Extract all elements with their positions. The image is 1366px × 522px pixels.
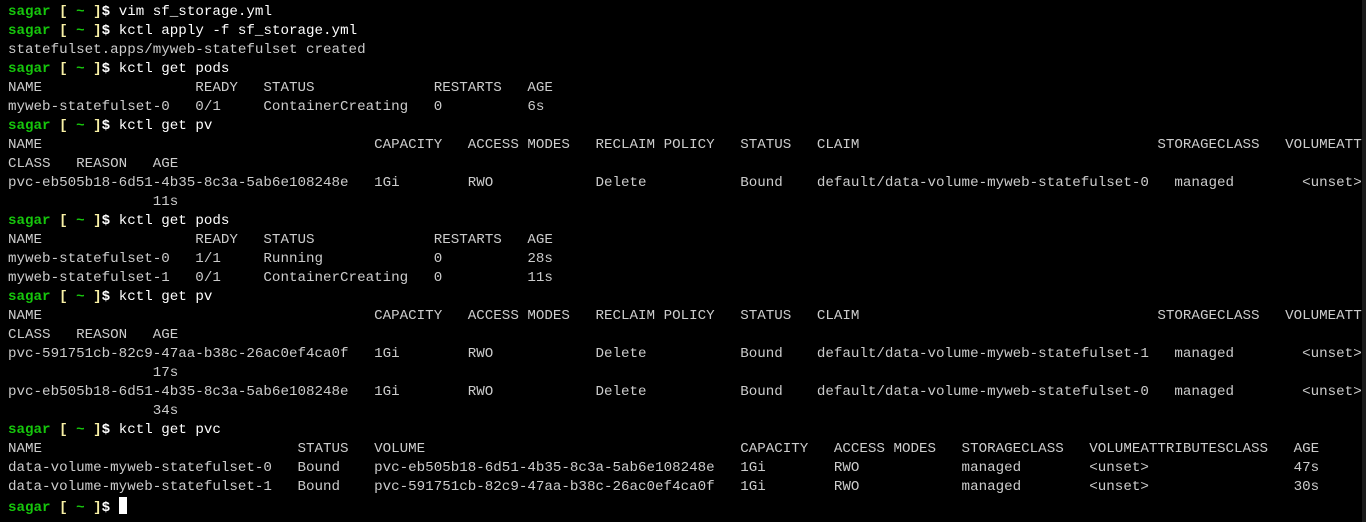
output-text: 11s	[8, 194, 179, 210]
prompt-symbol: $	[101, 61, 111, 77]
output-line: NAME STATUS VOLUME CAPACITY ACCESS MODES…	[8, 440, 1366, 459]
prompt-open-bracket: [	[59, 213, 68, 229]
command-text: kctl get pv	[118, 289, 213, 305]
prompt-user: sagar	[8, 23, 51, 39]
command-text: kctl apply -f sf_storage.yml	[118, 23, 358, 39]
prompt-user: sagar	[8, 213, 51, 229]
terminal-window[interactable]: sagar [ ~ ]$ vim sf_storage.yml sagar [ ~…	[0, 0, 1366, 522]
prompt-line: sagar [ ~ ]$ kctl get pods	[8, 212, 1366, 231]
prompt-open-bracket: [	[59, 500, 68, 516]
output-line: pvc-591751cb-82c9-47aa-b38c-26ac0ef4ca0f…	[8, 345, 1366, 364]
output-line: myweb-statefulset-1 0/1 ContainerCreatin…	[8, 269, 1366, 288]
prompt-path: ~	[76, 23, 85, 39]
output-line: pvc-eb505b18-6d51-4b35-8c3a-5ab6e108248e…	[8, 174, 1366, 193]
prompt-symbol: $	[101, 500, 111, 516]
prompt-open-bracket: [	[59, 118, 68, 134]
prompt-open-bracket: [	[59, 61, 68, 77]
prompt-symbol: $	[101, 213, 111, 229]
output-text: statefulset.apps/myweb-statefulset creat…	[8, 42, 366, 58]
prompt-line: sagar [ ~ ]$	[8, 497, 1366, 516]
output-text: CLASS REASON AGE	[8, 156, 179, 172]
terminal-output: sagar [ ~ ]$ vim sf_storage.yml sagar [ ~…	[8, 3, 1366, 516]
output-line: 17s	[8, 364, 1366, 383]
prompt-close-bracket: ]	[93, 23, 102, 39]
prompt-line: sagar [ ~ ]$ kctl get pv	[8, 117, 1366, 136]
output-text: NAME READY STATUS RESTARTS AGE	[8, 80, 553, 96]
prompt-close-bracket: ]	[93, 289, 102, 305]
prompt-line: sagar [ ~ ]$ kctl get pv	[8, 288, 1366, 307]
output-line: NAME READY STATUS RESTARTS AGE	[8, 231, 1366, 250]
prompt-symbol: $	[101, 23, 111, 39]
prompt-path: ~	[76, 500, 85, 516]
prompt-close-bracket: ]	[93, 4, 102, 20]
prompt-path: ~	[76, 213, 85, 229]
prompt-path: ~	[76, 289, 85, 305]
prompt-path: ~	[76, 422, 85, 438]
output-text: pvc-eb505b18-6d51-4b35-8c3a-5ab6e108248e…	[8, 384, 1362, 400]
output-text: NAME STATUS VOLUME CAPACITY ACCESS MODES…	[8, 441, 1320, 457]
prompt-user: sagar	[8, 4, 51, 20]
prompt-open-bracket: [	[59, 23, 68, 39]
prompt-line: sagar [ ~ ]$ kctl get pvc	[8, 421, 1366, 440]
prompt-close-bracket: ]	[93, 500, 102, 516]
prompt-open-bracket: [	[59, 422, 68, 438]
prompt-symbol: $	[101, 118, 111, 134]
output-text: data-volume-myweb-statefulset-1 Bound pv…	[8, 479, 1320, 495]
output-text: CLASS REASON AGE	[8, 327, 179, 343]
command-text: vim sf_storage.yml	[118, 4, 272, 20]
output-line: CLASS REASON AGE	[8, 326, 1366, 345]
output-text: pvc-591751cb-82c9-47aa-b38c-26ac0ef4ca0f…	[8, 346, 1362, 362]
output-line: myweb-statefulset-0 1/1 Running 0 28s	[8, 250, 1366, 269]
output-text: NAME READY STATUS RESTARTS AGE	[8, 232, 553, 248]
prompt-user: sagar	[8, 500, 51, 516]
output-text: 34s	[8, 403, 179, 419]
prompt-line: sagar [ ~ ]$ vim sf_storage.yml	[8, 3, 1366, 22]
prompt-close-bracket: ]	[93, 118, 102, 134]
output-text: NAME CAPACITY ACCESS MODES RECLAIM POLIC…	[8, 137, 1366, 153]
command-text: kctl get pvc	[118, 422, 221, 438]
text-cursor[interactable]	[118, 497, 127, 514]
command-text: kctl get pods	[118, 61, 230, 77]
output-line: data-volume-myweb-statefulset-0 Bound pv…	[8, 459, 1366, 478]
scrollbar[interactable]	[1362, 0, 1366, 522]
prompt-user: sagar	[8, 61, 51, 77]
output-line: statefulset.apps/myweb-statefulset creat…	[8, 41, 1366, 60]
output-line: 11s	[8, 193, 1366, 212]
output-text: myweb-statefulset-0 0/1 ContainerCreatin…	[8, 99, 545, 115]
prompt-path: ~	[76, 118, 85, 134]
output-text: myweb-statefulset-1 0/1 ContainerCreatin…	[8, 270, 553, 286]
command-text: kctl get pv	[118, 118, 213, 134]
prompt-path: ~	[76, 61, 85, 77]
output-line: NAME CAPACITY ACCESS MODES RECLAIM POLIC…	[8, 136, 1366, 155]
prompt-close-bracket: ]	[93, 61, 102, 77]
prompt-user: sagar	[8, 289, 51, 305]
prompt-open-bracket: [	[59, 4, 68, 20]
prompt-user: sagar	[8, 422, 51, 438]
prompt-line: sagar [ ~ ]$ kctl get pods	[8, 60, 1366, 79]
command-text: kctl get pods	[118, 213, 230, 229]
prompt-path: ~	[76, 4, 85, 20]
output-line: 34s	[8, 402, 1366, 421]
output-line: data-volume-myweb-statefulset-1 Bound pv…	[8, 478, 1366, 497]
output-line: CLASS REASON AGE	[8, 155, 1366, 174]
prompt-symbol: $	[101, 289, 111, 305]
output-text: data-volume-myweb-statefulset-0 Bound pv…	[8, 460, 1320, 476]
prompt-open-bracket: [	[59, 289, 68, 305]
output-text: myweb-statefulset-0 1/1 Running 0 28s	[8, 251, 553, 267]
prompt-close-bracket: ]	[93, 422, 102, 438]
output-line: NAME CAPACITY ACCESS MODES RECLAIM POLIC…	[8, 307, 1366, 326]
prompt-user: sagar	[8, 118, 51, 134]
output-text: NAME CAPACITY ACCESS MODES RECLAIM POLIC…	[8, 308, 1366, 324]
prompt-symbol: $	[101, 4, 111, 20]
output-text: pvc-eb505b18-6d51-4b35-8c3a-5ab6e108248e…	[8, 175, 1362, 191]
prompt-line: sagar [ ~ ]$ kctl apply -f sf_storage.ym…	[8, 22, 1366, 41]
output-line: pvc-eb505b18-6d51-4b35-8c3a-5ab6e108248e…	[8, 383, 1366, 402]
output-line: myweb-statefulset-0 0/1 ContainerCreatin…	[8, 98, 1366, 117]
prompt-symbol: $	[101, 422, 111, 438]
output-text: 17s	[8, 365, 179, 381]
prompt-close-bracket: ]	[93, 213, 102, 229]
output-line: NAME READY STATUS RESTARTS AGE	[8, 79, 1366, 98]
